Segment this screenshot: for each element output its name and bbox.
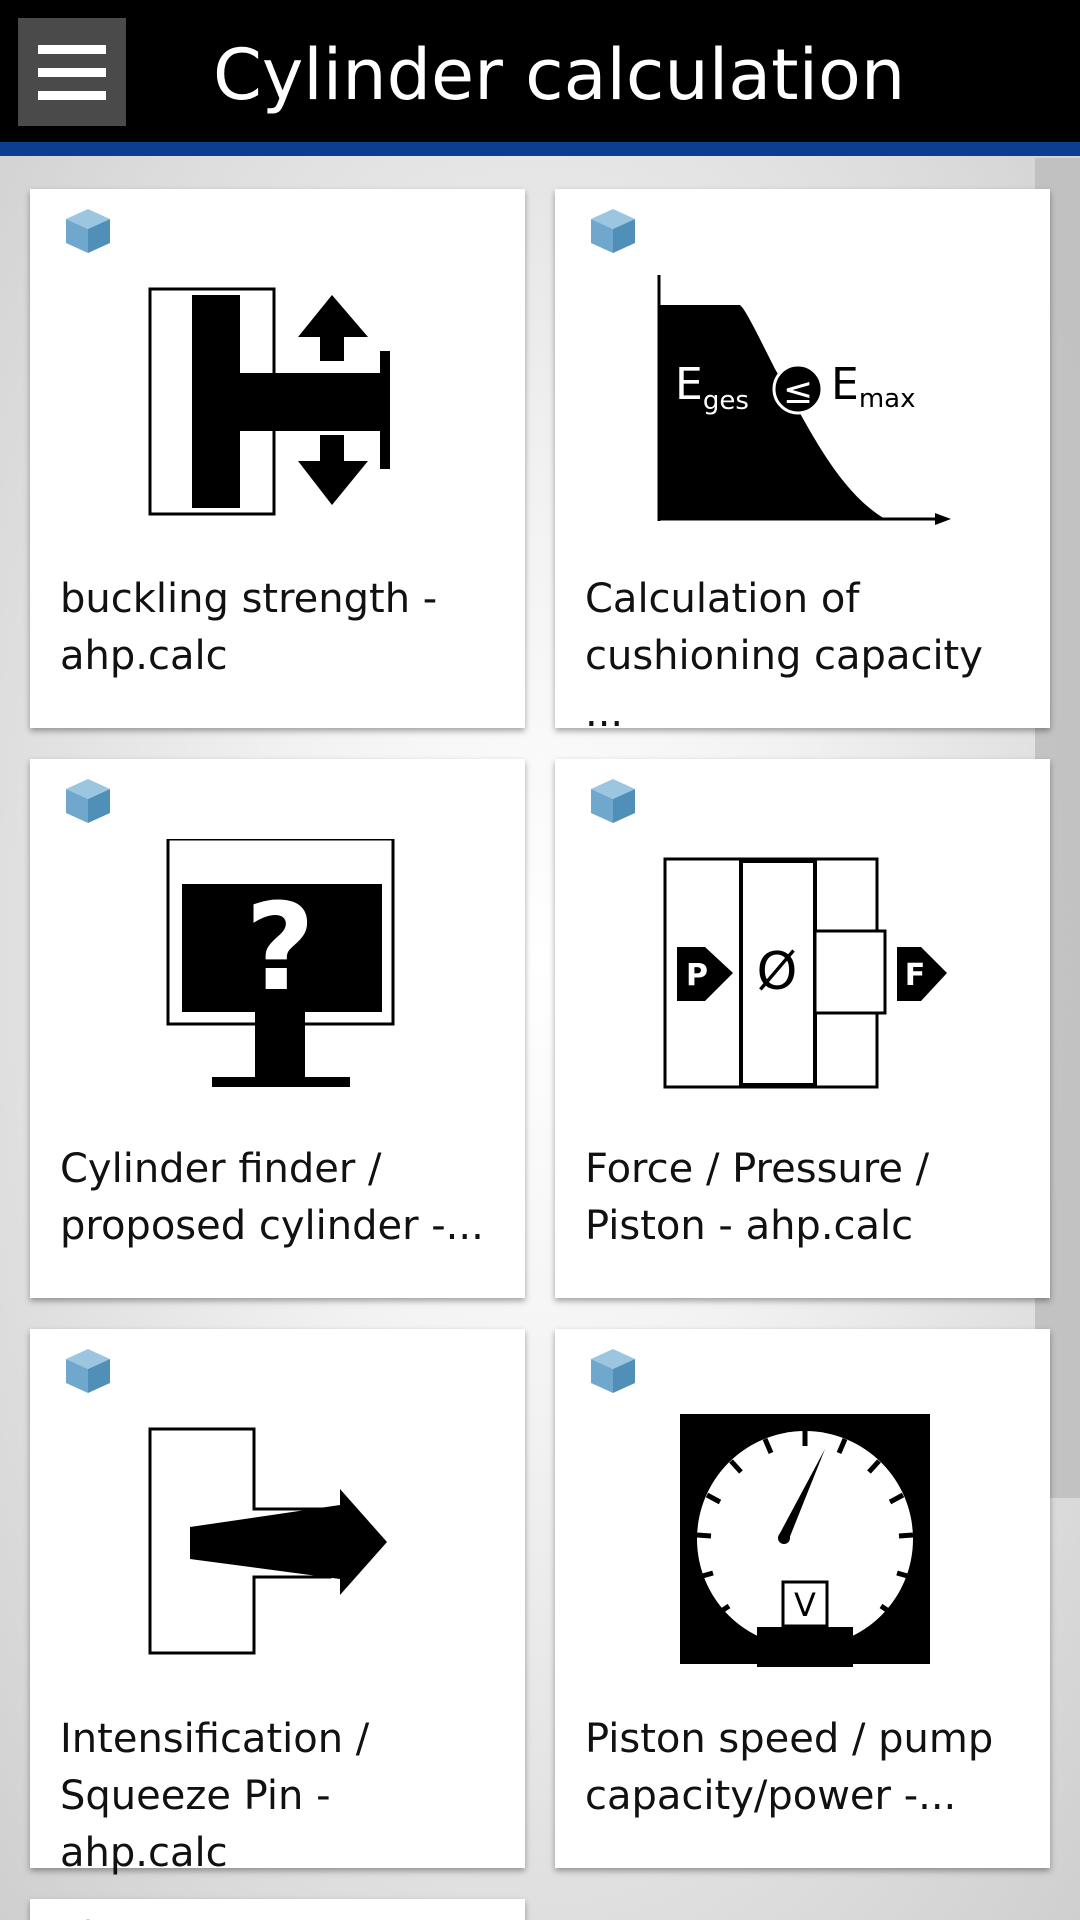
cube-icon	[591, 779, 635, 823]
emax-symbol: Emax	[831, 359, 915, 414]
cube-icon	[85, 1919, 91, 1920]
force-symbol: F	[905, 958, 926, 993]
question-mark-symbol: ?	[245, 879, 315, 1018]
card-label-line: Calculation of	[585, 576, 860, 622]
card-label: Calculation of cushioning capacity ...	[585, 571, 1025, 742]
card-label-line: ahp.calc	[60, 633, 228, 679]
cube-icon	[66, 779, 110, 823]
force-pressure-piston-icon: P Ø F	[663, 857, 947, 1089]
less-equal-symbol: ≤	[783, 371, 813, 412]
cube-icon	[66, 1349, 110, 1393]
header-accent-rule	[0, 142, 1080, 156]
page-title: Cylinder calculation	[213, 34, 906, 116]
gauge-icon: V	[680, 1414, 930, 1667]
cylinder-finder-monitor-icon: ?	[166, 839, 395, 1087]
card-label: buckling strength - ahp.calc	[60, 571, 500, 685]
intensification-arrow-icon	[148, 1427, 387, 1655]
calc-card-partial[interactable]	[30, 1899, 525, 1920]
cube-icon	[66, 209, 110, 253]
hamburger-menu-button[interactable]	[18, 18, 126, 126]
menu-icon-bar	[38, 44, 106, 54]
card-label: Cylinder finder / proposed cylinder -...	[60, 1141, 500, 1255]
app-bar: Cylinder calculation	[0, 0, 1080, 142]
card-label-line: capacity/power -...	[585, 1773, 957, 1819]
calc-card-intensification[interactable]: Intensification / Squeeze Pin - ahp.calc	[30, 1329, 525, 1876]
card-label-line: Squeeze Pin - ahp.calc	[60, 1773, 331, 1876]
cushioning-energy-chart-icon: Eges ≤ Emax	[657, 275, 951, 525]
calc-card-force-pressure-piston[interactable]: P Ø F Force / Pressure / Piston - ahp.ca…	[555, 759, 1050, 1298]
cube-icon	[591, 209, 635, 253]
card-label-line: proposed cylinder -...	[60, 1203, 484, 1249]
card-label: Intensification / Squeeze Pin - ahp.calc	[60, 1711, 500, 1882]
card-label-line: Intensification /	[60, 1716, 370, 1762]
calc-card-buckling-strength[interactable]: buckling strength - ahp.calc	[30, 189, 525, 728]
card-label: Force / Pressure / Piston - ahp.calc	[585, 1141, 1025, 1255]
diameter-symbol: Ø	[757, 942, 798, 1002]
buckling-cylinder-icon	[148, 287, 390, 516]
menu-icon-bar	[38, 67, 106, 77]
volume-symbol: V	[794, 1586, 816, 1624]
card-label-line: Piston speed / pump	[585, 1716, 994, 1762]
card-label: Piston speed / pump capacity/power -...	[585, 1711, 1025, 1825]
calc-card-piston-speed-pump[interactable]: V Piston speed / pump capacity/power -..…	[555, 1329, 1050, 1868]
calc-card-cushioning-capacity[interactable]: Eges ≤ Emax Calculation of cushioning ca…	[555, 189, 1050, 736]
card-label-line: buckling strength -	[60, 576, 438, 622]
menu-icon-bar	[38, 90, 106, 100]
calc-card-cylinder-finder[interactable]: ? Cylinder finder / proposed cylinder -.…	[30, 759, 525, 1298]
pressure-symbol: P	[686, 958, 708, 993]
card-label-line: Cylinder finder /	[60, 1146, 382, 1192]
card-label-line: cushioning capacity ...	[585, 633, 983, 736]
cube-icon	[591, 1349, 635, 1393]
card-label-line: Piston - ahp.calc	[585, 1203, 914, 1249]
card-label-line: Force / Pressure /	[585, 1146, 930, 1192]
